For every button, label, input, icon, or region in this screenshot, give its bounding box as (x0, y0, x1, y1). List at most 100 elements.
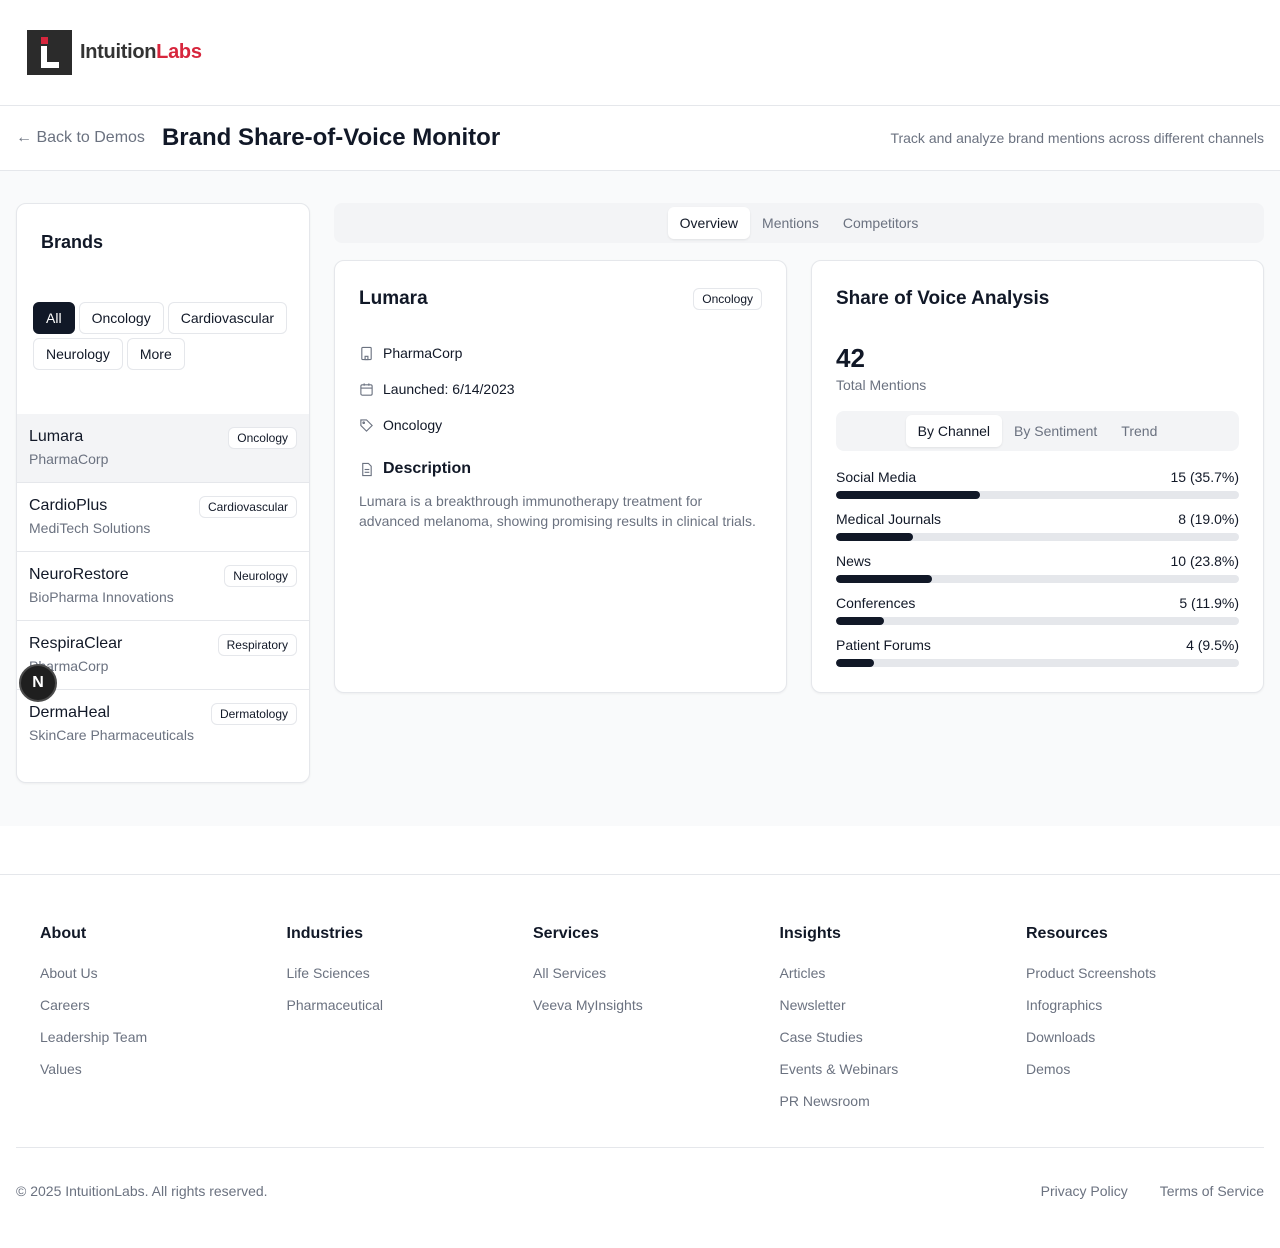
brands-title: Brands (41, 232, 104, 252)
channel-value: 8 (19.0%) (1178, 511, 1239, 527)
description-title: Description (383, 460, 472, 477)
brand-detail-badge: Oncology (693, 288, 762, 310)
footer-bottom-bar: © 2025 IntuitionLabs. All rights reserve… (16, 1147, 1264, 1237)
footer-link[interactable]: Infographics (1026, 997, 1273, 1029)
channel-bar-track (836, 659, 1239, 667)
footer-link[interactable]: All Services (533, 965, 780, 997)
brands-panel: Brands All Oncology Cardiovascular Neuro… (16, 203, 310, 783)
footer-heading: Industries (286, 925, 363, 942)
back-to-demos-link[interactable]: ← Back to Demos (16, 129, 145, 147)
tab-by-channel[interactable]: By Channel (905, 415, 1003, 447)
brand-item-respiraclear[interactable]: RespiraClear PharmaCorp Respiratory (17, 621, 309, 690)
channel-bar-track (836, 617, 1239, 625)
category-filters: All Oncology Cardiovascular Neurology Mo… (33, 302, 303, 370)
footer-link[interactable]: Articles (780, 965, 1027, 997)
filter-all[interactable]: All (33, 302, 75, 334)
brand-company: PharmaCorp (29, 658, 109, 674)
legal-links: Privacy Policy Terms of Service (1041, 1183, 1264, 1199)
footer-column-industries: Industries Life Sciences Pharmaceutical (287, 925, 534, 1125)
tab-overview[interactable]: Overview (667, 207, 751, 239)
footer-link[interactable]: Demos (1026, 1061, 1273, 1093)
description-heading: Description (359, 460, 471, 478)
channel-breakdown: Social Media 15 (35.7%) Medical Journals 8… (836, 469, 1239, 679)
channel-name: Conferences (836, 595, 916, 611)
tab-by-sentiment[interactable]: By Sentiment (1002, 415, 1109, 447)
category-row: Oncology (359, 417, 442, 433)
page-subtitle: Track and analyze brand mentions across … (890, 130, 1264, 146)
launch-date: Launched: 6/14/2023 (383, 381, 515, 397)
tab-trend[interactable]: Trend (1109, 415, 1169, 447)
filter-more[interactable]: More (126, 338, 185, 370)
filter-oncology[interactable]: Oncology (78, 302, 164, 334)
brand-item-dermaheal[interactable]: DermaHeal SkinCare Pharmaceuticals Derma… (17, 690, 309, 759)
brand-category-badge: Respiratory (217, 634, 297, 656)
brand-company: SkinCare Pharmaceuticals (29, 727, 194, 743)
footer-link[interactable]: Leadership Team (40, 1029, 287, 1061)
footer-column-about: About About Us Careers Leadership Team V… (40, 925, 287, 1125)
footer-link[interactable]: Pharmaceutical (287, 997, 534, 1029)
channel-bar-fill (836, 617, 884, 625)
nextjs-dev-badge[interactable]: N (19, 664, 57, 702)
tab-competitors[interactable]: Competitors (831, 207, 930, 239)
footer-column-resources: Resources Product Screenshots Infographi… (1026, 925, 1273, 1125)
footer-link[interactable]: Product Screenshots (1026, 965, 1273, 997)
footer-heading: Services (533, 925, 599, 942)
site-footer: About About Us Careers Leadership Team V… (0, 874, 1280, 1248)
footer-heading: Resources (1026, 925, 1108, 942)
site-header: IntuitionLabs (0, 0, 1280, 106)
calendar-icon (360, 382, 373, 396)
logo-text: IntuitionLabs (80, 41, 202, 63)
detail-tabs: Overview Mentions Competitors (334, 203, 1264, 243)
footer-link[interactable]: Case Studies (780, 1029, 1027, 1061)
sov-title: Share of Voice Analysis (836, 288, 1050, 309)
channel-value: 5 (11.9%) (1179, 595, 1239, 611)
launch-row: Launched: 6/14/2023 (359, 381, 515, 397)
footer-link[interactable]: Veeva MyInsights (533, 997, 780, 1029)
brand-category-badge: Dermatology (210, 703, 297, 725)
channel-news: News 10 (23.8%) (836, 553, 1239, 595)
channel-value: 4 (9.5%) (1186, 637, 1239, 653)
channel-value: 15 (35.7%) (1170, 469, 1239, 485)
brand-item-lumara[interactable]: Lumara PharmaCorp Oncology (17, 414, 309, 483)
channel-conferences: Conferences 5 (11.9%) (836, 595, 1239, 637)
brand-detail-card: Lumara Oncology PharmaCorp Launched: 6/1… (334, 260, 787, 693)
brand-item-neurorestore[interactable]: NeuroRestore BioPharma Innovations Neuro… (17, 552, 309, 621)
tab-mentions[interactable]: Mentions (750, 207, 831, 239)
brand-detail-name: Lumara (359, 288, 428, 309)
building-icon (361, 346, 372, 360)
footer-link[interactable]: Careers (40, 997, 287, 1029)
brand-item-cardioplus[interactable]: CardioPlus MediTech Solutions Cardiovasc… (17, 483, 309, 552)
footer-link[interactable]: Downloads (1026, 1029, 1273, 1061)
filter-cardiovascular[interactable]: Cardiovascular (167, 302, 288, 334)
filter-neurology[interactable]: Neurology (33, 338, 123, 370)
channel-bar-fill (836, 575, 932, 583)
privacy-policy-link[interactable]: Privacy Policy (1041, 1183, 1128, 1199)
footer-link[interactable]: Values (40, 1061, 287, 1093)
footer-heading: About (40, 925, 87, 942)
brand-company: MediTech Solutions (29, 520, 151, 536)
brand-company: BioPharma Innovations (29, 589, 174, 605)
channel-bar-fill (836, 659, 875, 667)
brand-category-badge: Oncology (228, 427, 297, 449)
channel-name: News (836, 553, 872, 569)
brand-list: Lumara PharmaCorp Oncology CardioPlus Me… (17, 414, 309, 759)
copyright-text: © 2025 IntuitionLabs. All rights reserve… (16, 1183, 268, 1199)
footer-columns: About About Us Careers Leadership Team V… (40, 925, 1273, 1125)
footer-link[interactable]: Events & Webinars (780, 1061, 1027, 1093)
channel-name: Social Media (836, 469, 917, 485)
sov-tabs: By Channel By Sentiment Trend (836, 411, 1239, 451)
company-name: PharmaCorp (383, 345, 463, 361)
footer-link[interactable]: Newsletter (780, 997, 1027, 1029)
share-of-voice-card: Share of Voice Analysis 42 Total Mention… (811, 260, 1264, 693)
footer-link[interactable]: PR Newsroom (780, 1093, 1027, 1125)
terms-of-service-link[interactable]: Terms of Service (1160, 1183, 1264, 1199)
intuitionlabs-logo[interactable]: IntuitionLabs (27, 30, 202, 75)
channel-name: Patient Forums (836, 637, 931, 653)
channel-bar-fill (836, 491, 980, 499)
footer-link[interactable]: Life Sciences (287, 965, 534, 997)
title-bar: ← Back to Demos Brand Share-of-Voice Mon… (0, 106, 1280, 171)
company-row: PharmaCorp (359, 345, 462, 361)
footer-column-insights: Insights Articles Newsletter Case Studie… (780, 925, 1027, 1125)
footer-column-services: Services All Services Veeva MyInsights (533, 925, 780, 1125)
footer-link[interactable]: About Us (40, 965, 287, 997)
